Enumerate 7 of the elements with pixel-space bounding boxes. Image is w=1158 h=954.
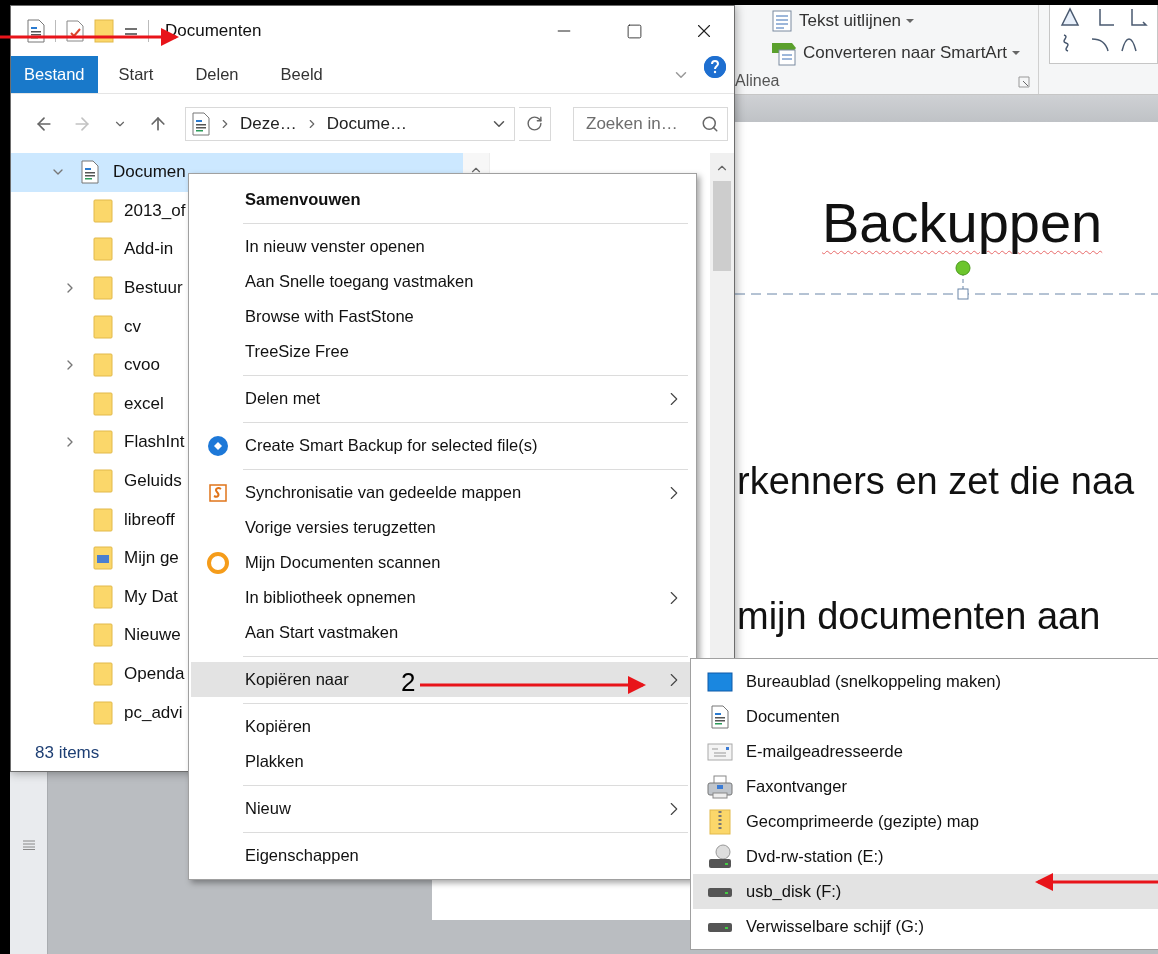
item-count: 83 items [35, 742, 100, 763]
group-label: Alinea [735, 72, 780, 90]
step-label: 2 [401, 669, 416, 695]
slide-text: mijn documenten aan [737, 595, 1101, 638]
slide-title: Backuppen [822, 190, 1103, 255]
slide-text: rkenners en zet die naa [737, 460, 1135, 503]
window-title: Documenten [165, 21, 262, 41]
